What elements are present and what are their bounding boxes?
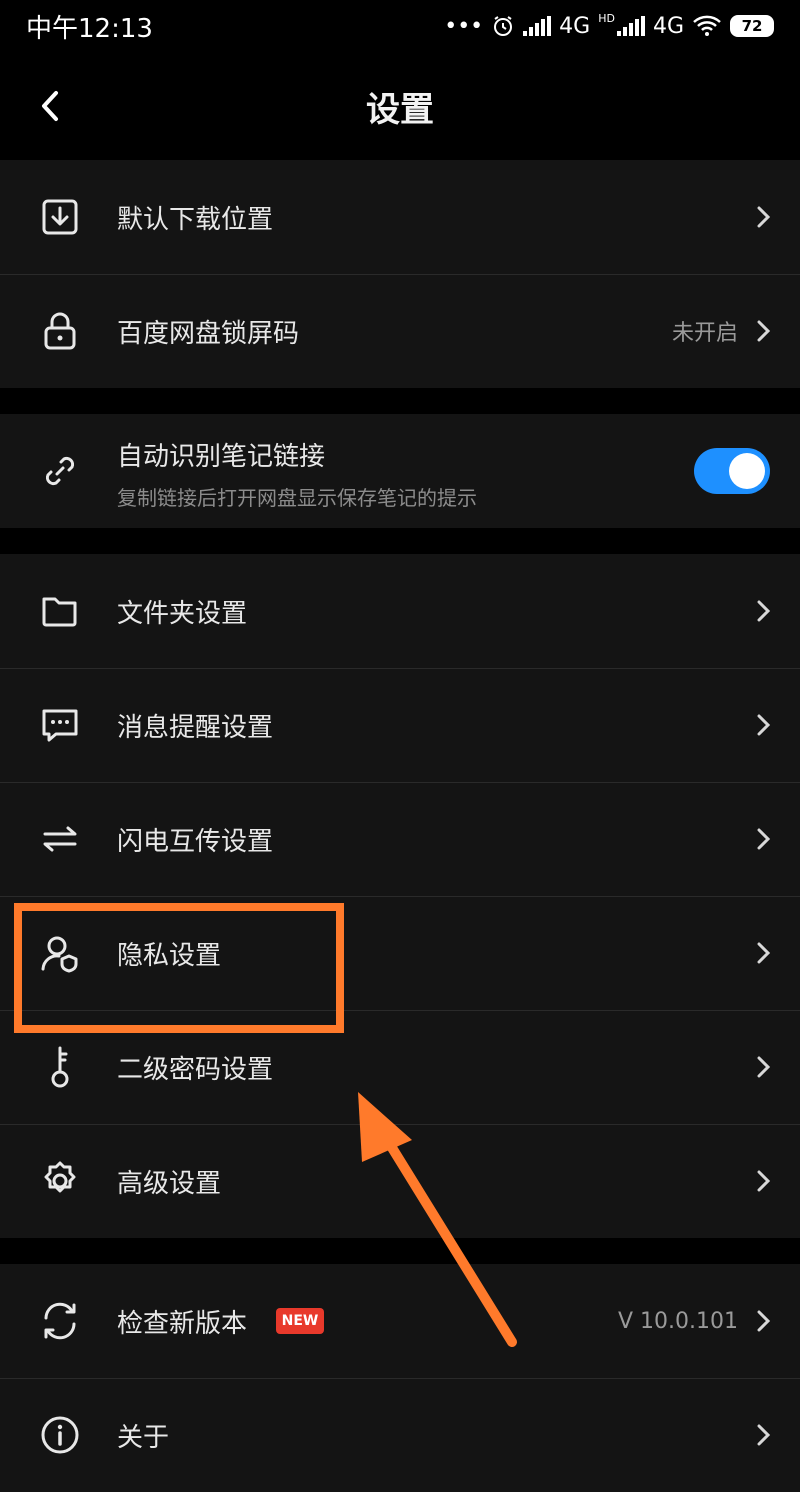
page-title: 设置 (366, 89, 434, 130)
link-icon (40, 451, 80, 491)
item-label: 自动识别笔记链接 (117, 442, 326, 472)
item-label: 二级密码设置 (117, 1054, 274, 1085)
item-label: 高级设置 (117, 1168, 222, 1199)
message-icon (40, 705, 80, 745)
toggle-knob (729, 453, 765, 489)
alarm-icon (494, 16, 513, 36)
item-label: 消息提醒设置 (117, 712, 274, 743)
item-default-download[interactable]: 默认下载位置 (0, 160, 800, 274)
refresh-icon (40, 1301, 80, 1341)
note-link-toggle[interactable] (694, 448, 770, 494)
item-flash-transfer[interactable]: 闪电互传设置 (0, 782, 800, 896)
status-bar: 中午12:13 ••• 4G HD 4G 72 (0, 0, 800, 52)
battery-icon: 72 (730, 15, 774, 37)
annotation-arrow (358, 1092, 517, 1347)
status-time: 中午12:13 (26, 13, 153, 44)
download-icon (40, 197, 80, 237)
wifi-icon (693, 15, 721, 36)
item-folder-settings[interactable]: 文件夹设置 (0, 554, 800, 668)
item-message-settings[interactable]: 消息提醒设置 (0, 668, 800, 782)
item-label: 闪电互传设置 (117, 826, 274, 857)
version-value: V 10.0.101 (617, 1308, 738, 1334)
item-label: 文件夹设置 (117, 598, 248, 629)
status-icons: ••• 4G HD 4G 72 (444, 11, 774, 39)
item-label: 检查新版本 (117, 1308, 248, 1339)
chevron-right-icon (757, 1170, 771, 1192)
chevron-right-icon (757, 1424, 771, 1446)
section-gap (0, 388, 800, 414)
back-button[interactable] (30, 84, 70, 128)
gear-icon (40, 1161, 80, 1201)
net-type-2: 4G (652, 13, 684, 39)
chevron-right-icon (757, 828, 771, 850)
chevron-right-icon (757, 1310, 771, 1332)
item-label: 关于 (117, 1422, 170, 1453)
signal-icon (523, 16, 552, 36)
highlight-box (14, 903, 344, 1033)
chevron-right-icon (757, 206, 771, 228)
folder-icon (40, 591, 80, 631)
key-icon (40, 1046, 80, 1088)
net-type-1: 4G (559, 13, 591, 39)
item-label: 百度网盘锁屏码 (117, 318, 300, 349)
chevron-right-icon (757, 942, 771, 964)
chevron-right-icon (757, 320, 771, 342)
new-badge: NEW (276, 1308, 324, 1334)
item-value: 未开启 (671, 321, 738, 346)
section-gap (0, 528, 800, 554)
hd-label: HD (598, 11, 615, 25)
chevron-right-icon (757, 1056, 771, 1078)
item-about[interactable]: 关于 (0, 1378, 800, 1492)
chevron-right-icon (757, 600, 771, 622)
item-sublabel: 复制链接后打开网盘显示保存笔记的提示 (117, 486, 477, 510)
info-icon (40, 1415, 80, 1455)
item-lock-screen[interactable]: 百度网盘锁屏码 未开启 (0, 274, 800, 388)
item-label: 默认下载位置 (117, 204, 274, 235)
transfer-icon (40, 819, 80, 859)
chevron-right-icon (757, 714, 771, 736)
item-auto-note-link[interactable]: 自动识别笔记链接 复制链接后打开网盘显示保存笔记的提示 (0, 414, 800, 528)
chevron-left-icon (42, 91, 58, 121)
more-dots: ••• (444, 13, 484, 39)
top-bar: 设置 (0, 52, 800, 160)
lock-icon (40, 311, 80, 351)
signal-icon-2 (616, 16, 645, 36)
